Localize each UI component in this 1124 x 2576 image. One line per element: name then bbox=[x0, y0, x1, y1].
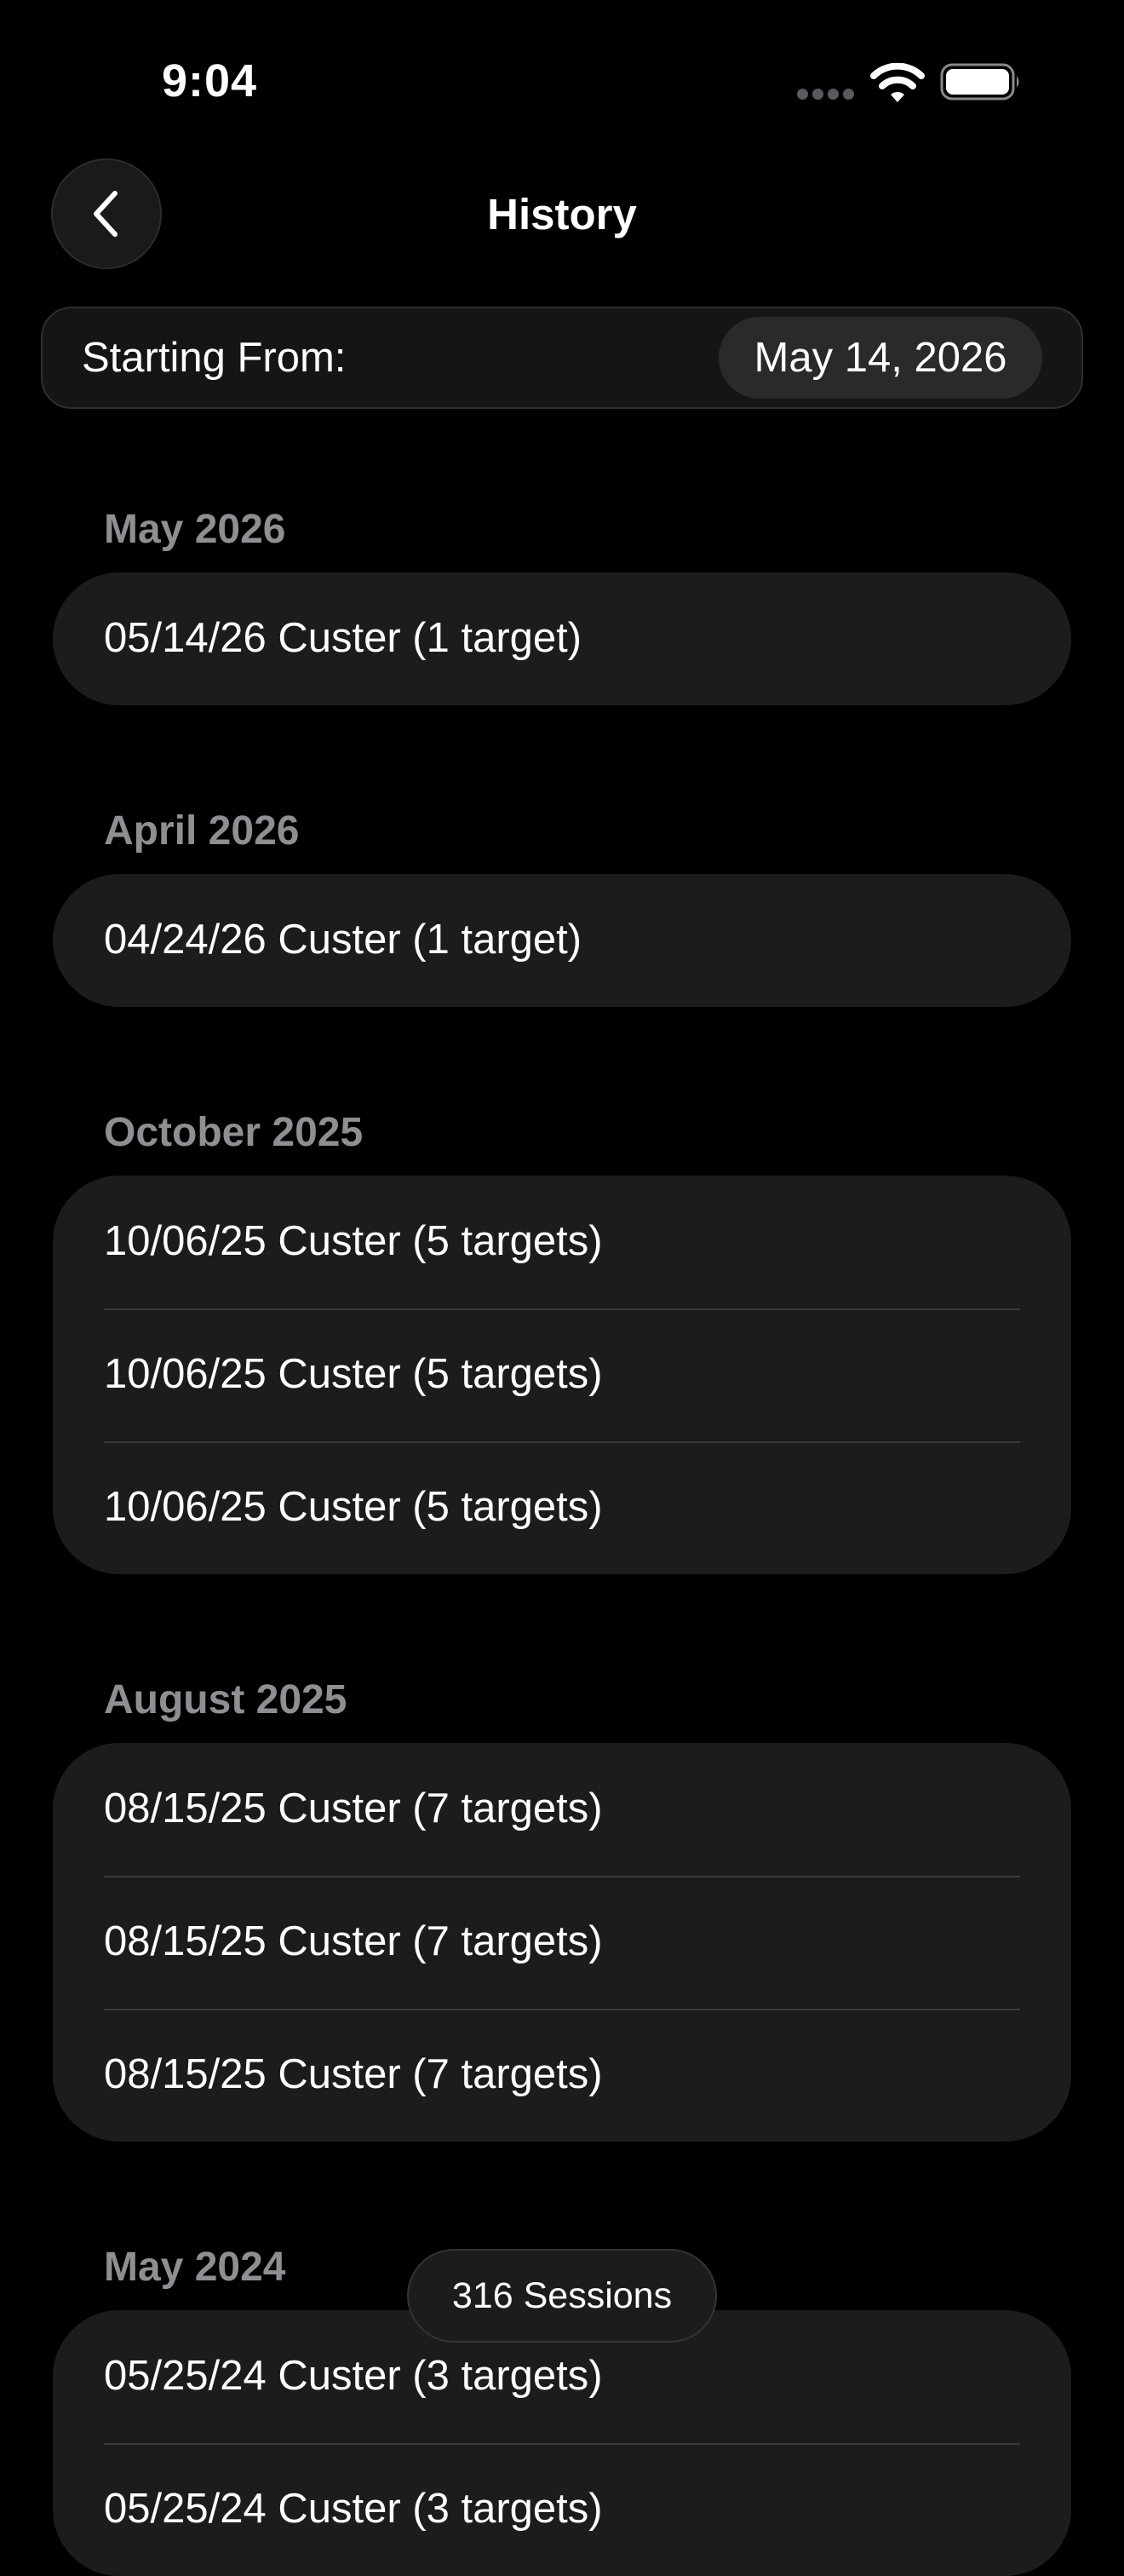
wifi-icon bbox=[870, 63, 925, 102]
history-row-label: 10/06/25 Custer (5 targets) bbox=[104, 1484, 603, 1530]
history-row[interactable]: 08/15/25 Custer (7 targets) bbox=[53, 1743, 1071, 1876]
section-header: April 2026 bbox=[104, 808, 300, 854]
history-row[interactable]: 05/25/24 Custer (3 targets) bbox=[53, 2443, 1071, 2576]
history-group: 04/24/26 Custer (1 target) bbox=[53, 874, 1071, 1007]
history-row-label: 08/15/25 Custer (7 targets) bbox=[104, 2051, 603, 2097]
section-header: October 2025 bbox=[104, 1110, 364, 1155]
history-group: 05/14/26 Custer (1 target) bbox=[53, 572, 1071, 705]
history-row-label: 05/14/26 Custer (1 target) bbox=[104, 615, 582, 661]
sessions-count-badge: 316 Sessions bbox=[407, 2249, 717, 2343]
history-row-label: 04/24/26 Custer (1 target) bbox=[104, 917, 582, 963]
section-header: May 2024 bbox=[104, 2245, 286, 2290]
history-group: 08/15/25 Custer (7 targets) 08/15/25 Cus… bbox=[53, 1743, 1071, 2142]
history-row[interactable]: 04/24/26 Custer (1 target) bbox=[53, 874, 1071, 1007]
history-row[interactable]: 08/15/25 Custer (7 targets) bbox=[53, 2009, 1071, 2142]
history-row-label: 08/15/25 Custer (7 targets) bbox=[104, 1785, 603, 1831]
history-row[interactable]: 08/15/25 Custer (7 targets) bbox=[53, 1876, 1071, 2009]
starting-from-filter: Starting From: May 14, 2026 bbox=[41, 307, 1083, 409]
nav-bar: History bbox=[0, 153, 1124, 281]
cellular-signal-icon bbox=[797, 89, 855, 101]
section-header: May 2026 bbox=[104, 507, 286, 552]
history-row-label: 05/25/24 Custer (3 targets) bbox=[104, 2486, 603, 2532]
history-row-label: 10/06/25 Custer (5 targets) bbox=[104, 1218, 603, 1264]
history-row[interactable]: 10/06/25 Custer (5 targets) bbox=[53, 1176, 1071, 1308]
date-picker-button[interactable]: May 14, 2026 bbox=[719, 317, 1042, 399]
history-group: 10/06/25 Custer (5 targets) 10/06/25 Cus… bbox=[53, 1176, 1071, 1574]
history-group: 05/25/24 Custer (3 targets) 05/25/24 Cus… bbox=[53, 2310, 1071, 2576]
history-row-label: 10/06/25 Custer (5 targets) bbox=[104, 1351, 603, 1397]
page-title: History bbox=[487, 190, 637, 239]
history-row-label: 08/15/25 Custer (7 targets) bbox=[104, 1918, 603, 1964]
status-time: 9:04 bbox=[162, 55, 258, 106]
history-row[interactable]: 05/14/26 Custer (1 target) bbox=[53, 572, 1071, 705]
battery-icon bbox=[940, 63, 1019, 101]
history-row[interactable]: 10/06/25 Custer (5 targets) bbox=[53, 1441, 1071, 1574]
history-row[interactable]: 10/06/25 Custer (5 targets) bbox=[53, 1308, 1071, 1441]
section-header: August 2025 bbox=[104, 1677, 347, 1722]
starting-from-label: Starting From: bbox=[82, 335, 347, 381]
status-bar: 9:04 bbox=[0, 0, 1124, 153]
